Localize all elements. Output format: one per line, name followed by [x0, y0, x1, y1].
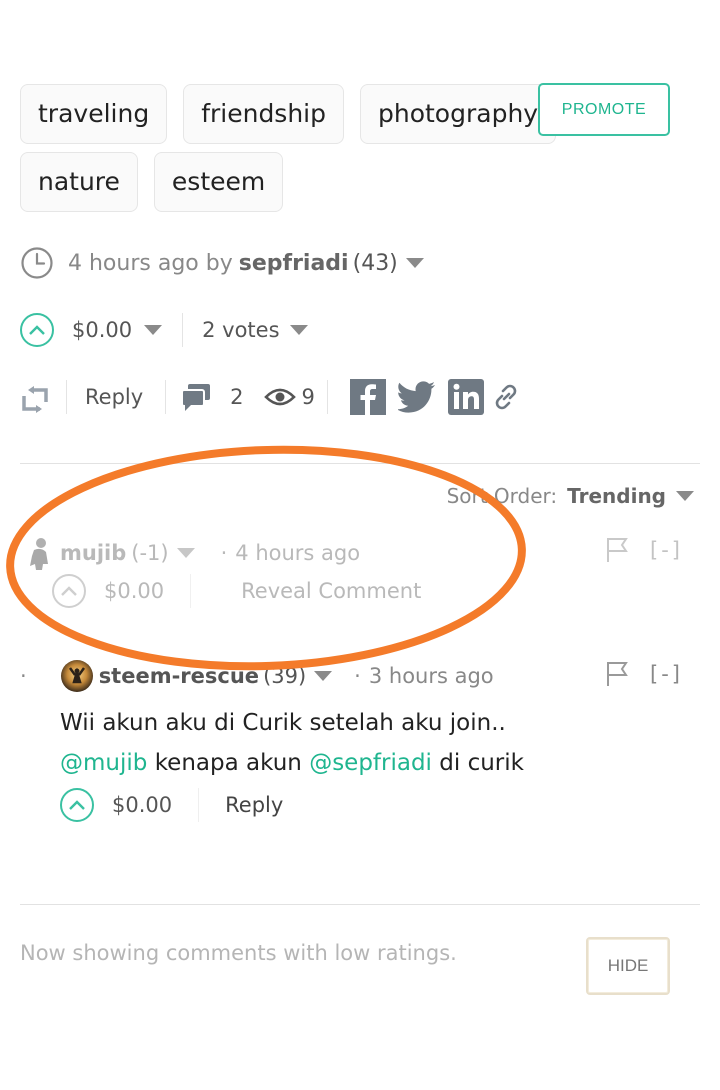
- sort-label: Sort Order:: [446, 484, 558, 508]
- hide-button[interactable]: HIDE: [586, 937, 670, 995]
- author-menu-chevron-icon[interactable]: [176, 548, 195, 558]
- separator: [326, 380, 328, 414]
- tag-nature[interactable]: nature: [20, 152, 138, 212]
- twitter-icon[interactable]: [397, 381, 436, 413]
- clock-icon: [21, 247, 53, 279]
- author-reputation: (43): [352, 250, 398, 276]
- tag-esteem[interactable]: esteem: [153, 152, 284, 212]
- sort-value[interactable]: Trending: [567, 484, 666, 508]
- reblog-icon[interactable]: [20, 384, 50, 414]
- post-meta: 4 hours ago by sepfriadi (43): [20, 246, 424, 280]
- avatar[interactable]: [24, 536, 52, 570]
- post-vote-bar: $0.00 2 votes: [20, 312, 308, 348]
- reveal-comment-button[interactable]: Reveal Comment: [241, 579, 421, 603]
- comments-count: 2: [230, 385, 244, 409]
- separator: [165, 380, 167, 414]
- eye-icon: [263, 388, 296, 406]
- author-menu-chevron-icon[interactable]: [405, 258, 424, 268]
- chevron-up-icon: [61, 586, 77, 596]
- reply-button[interactable]: Reply: [85, 385, 143, 409]
- comment-body: Wii akun aku di Curik setelah aku join..…: [60, 703, 524, 783]
- post-time: 4 hours ago by: [68, 250, 233, 276]
- payout-chevron-down-icon[interactable]: [144, 325, 163, 335]
- meta-dot: ·: [354, 664, 361, 688]
- comments-icon: [181, 384, 211, 411]
- comment-vote-bar: $0.00 Reveal Comment: [52, 574, 421, 608]
- upvote-button[interactable]: [20, 313, 54, 347]
- linkedin-icon[interactable]: [447, 379, 484, 415]
- separator: [182, 313, 184, 347]
- facebook-icon[interactable]: [349, 379, 386, 415]
- avatar[interactable]: [60, 660, 93, 692]
- votes-chevron-down-icon[interactable]: [289, 325, 308, 335]
- comment-body-line: @mujib kenapa akun @sepfriadi di curik: [60, 743, 524, 783]
- post-action-bar: Reply 2 9: [20, 376, 520, 418]
- collapse-toggle[interactable]: [-]: [650, 538, 683, 562]
- link-icon[interactable]: [492, 383, 520, 411]
- comment-author[interactable]: steem-rescue: [99, 664, 259, 688]
- promote-button[interactable]: PROMOTE: [538, 83, 670, 136]
- comment-header: · steem-rescue (39) · 3 hours ago: [20, 660, 494, 692]
- separator: [66, 380, 67, 414]
- flag-icon[interactable]: [606, 537, 628, 563]
- comment-header: mujib (-1) · 4 hours ago: [24, 536, 360, 570]
- chevron-up-icon: [29, 325, 45, 335]
- bullet-dot: ·: [20, 664, 27, 688]
- mention-link[interactable]: @sepfriadi: [309, 750, 432, 776]
- upvote-button[interactable]: [52, 574, 86, 608]
- upvote-button[interactable]: [60, 788, 94, 822]
- comment-body-text: di curik: [439, 750, 524, 776]
- divider: [20, 904, 700, 905]
- comment-time[interactable]: 4 hours ago: [235, 541, 360, 565]
- chevron-up-icon: [69, 800, 85, 810]
- flag-icon[interactable]: [606, 661, 628, 687]
- comment-controls: [-]: [606, 537, 683, 563]
- low-rating-notice: Now showing comments with low ratings.: [20, 941, 457, 965]
- post-author[interactable]: sepfriadi: [239, 251, 349, 276]
- comment-vote-bar: $0.00 Reply: [60, 788, 283, 822]
- post-payout[interactable]: $0.00: [72, 318, 132, 342]
- tag-list-row-2: nature esteem: [20, 152, 284, 212]
- votes-count[interactable]: 2 votes: [202, 318, 279, 342]
- comment-controls: [-]: [606, 661, 683, 687]
- reply-button[interactable]: Reply: [225, 793, 283, 817]
- collapse-toggle[interactable]: [-]: [650, 662, 683, 686]
- comment-time[interactable]: 3 hours ago: [369, 664, 494, 688]
- tag-photography[interactable]: photography: [360, 84, 557, 144]
- comment-author-reputation: (39): [263, 664, 307, 688]
- comment-body-text: kenapa akun: [154, 750, 302, 776]
- meta-dot: ·: [220, 541, 228, 565]
- comment-body-line: Wii akun aku di Curik setelah aku join..: [60, 710, 506, 736]
- sort-order[interactable]: Sort Order: Trending: [447, 484, 694, 508]
- comment-payout[interactable]: $0.00: [104, 579, 164, 603]
- divider: [20, 463, 700, 464]
- separator: [198, 788, 200, 822]
- sort-chevron-down-icon[interactable]: [676, 491, 694, 501]
- tag-friendship[interactable]: friendship: [183, 84, 344, 144]
- comment-author[interactable]: mujib: [60, 541, 126, 565]
- comment-author-reputation: (-1): [131, 541, 169, 565]
- tag-list-row-1: traveling friendship photography: [20, 84, 557, 144]
- mention-link[interactable]: @mujib: [60, 750, 147, 776]
- author-menu-chevron-icon[interactable]: [314, 671, 333, 681]
- comment-payout[interactable]: $0.00: [112, 793, 172, 817]
- separator: [190, 574, 192, 608]
- tag-traveling[interactable]: traveling: [20, 84, 168, 144]
- views-count: 9: [301, 385, 315, 409]
